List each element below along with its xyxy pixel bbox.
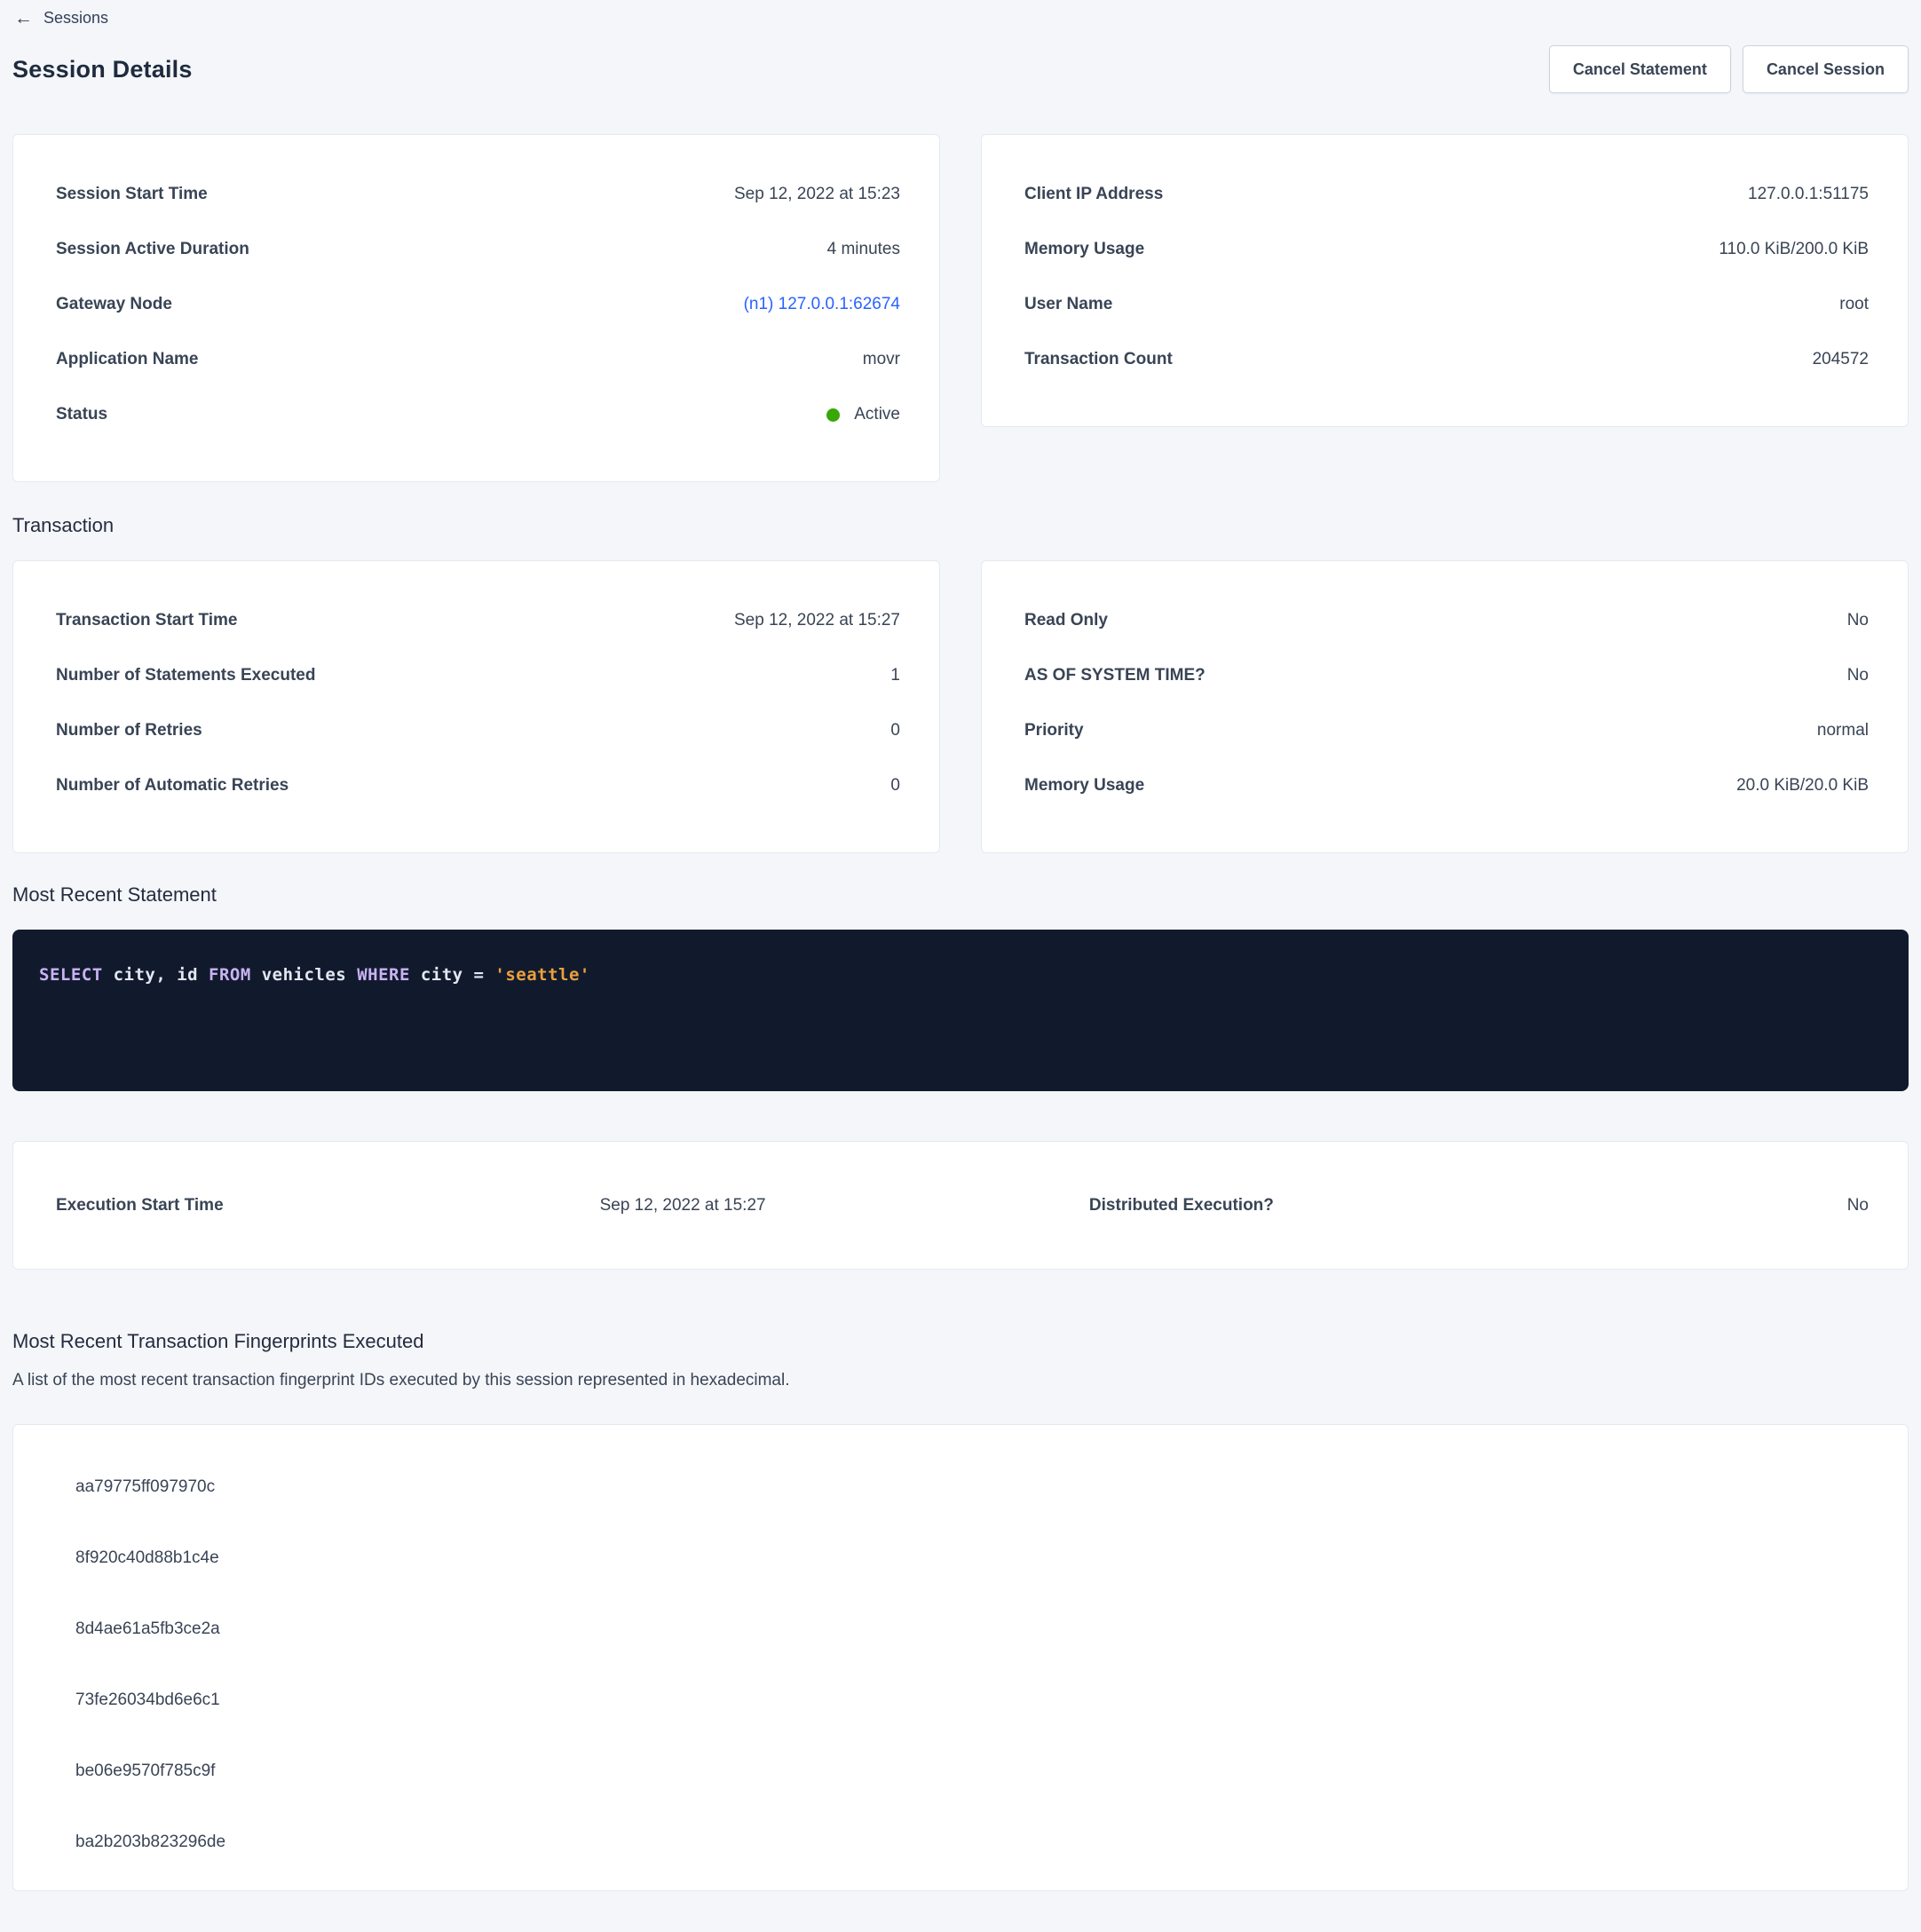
kv-value: Sep 12, 2022 at 15:27: [734, 611, 900, 630]
kv-value: Sep 12, 2022 at 15:23: [734, 185, 900, 204]
kv-label: Priority: [1024, 721, 1084, 740]
transaction-card-left: Transaction Start Time Sep 12, 2022 at 15…: [12, 560, 940, 853]
kv-label: Transaction Count: [1024, 350, 1173, 369]
kv-row: Memory Usage 20.0 KiB/20.0 KiB: [1024, 758, 1869, 813]
fingerprint-id: 73fe26034bd6e6c1: [13, 1665, 1908, 1736]
fingerprint-id: be06e9570f785c9f: [13, 1736, 1908, 1807]
kv-value: movr: [863, 350, 900, 369]
kv-label: Number of Statements Executed: [56, 666, 315, 685]
kv-row: Number of Statements Executed 1: [56, 648, 900, 703]
sql-token-plain: city, id: [103, 965, 209, 985]
sql-token-keyword: FROM: [209, 965, 251, 985]
kv-row: Transaction Count 204572: [1024, 332, 1869, 387]
kv-row: Transaction Start Time Sep 12, 2022 at 15…: [56, 593, 900, 648]
sql-token-keyword: SELECT: [39, 965, 103, 985]
kv-value: 127.0.0.1:51175: [1748, 185, 1869, 204]
kv-value: 1: [890, 666, 900, 685]
kv-row: Session Active Duration 4 minutes: [56, 222, 900, 277]
kv-value: root: [1839, 295, 1869, 314]
fingerprint-id: 8d4ae61a5fb3ce2a: [13, 1594, 1908, 1665]
kv-row: Application Name movr: [56, 332, 900, 387]
kv-value: normal: [1817, 721, 1869, 740]
kv-label: Read Only: [1024, 611, 1108, 630]
kv-row: Priority normal: [1024, 703, 1869, 758]
kv-row: User Name root: [1024, 277, 1869, 332]
kv-label: Transaction Start Time: [56, 611, 238, 630]
page-header: Session Details Cancel Statement Cancel …: [12, 45, 1909, 93]
kv-value: 0: [890, 721, 900, 740]
cancel-session-button[interactable]: Cancel Session: [1743, 45, 1909, 93]
fingerprint-id: 8f920c40d88b1c4e: [13, 1523, 1908, 1594]
transaction-section-title: Transaction: [12, 514, 1909, 537]
execution-start-time-label: Execution Start Time: [56, 1196, 600, 1215]
kv-label: Session Start Time: [56, 185, 208, 204]
session-details-card-right: Client IP Address 127.0.0.1:51175 Memory U…: [981, 134, 1909, 427]
sql-token-keyword: WHERE: [357, 965, 410, 985]
session-details-card-left: Session Start TimeSep 12, 2022 at 15:23S…: [12, 134, 940, 482]
fingerprint-id: aa79775ff097970c: [13, 1452, 1908, 1523]
kv-label: Application Name: [56, 350, 198, 369]
kv-row: Status Active: [56, 387, 900, 442]
kv-label: Memory Usage: [1024, 240, 1144, 259]
fingerprints-section-title: Most Recent Transaction Fingerprints Exe…: [12, 1330, 1909, 1353]
statement-section-title: Most Recent Statement: [12, 883, 1909, 907]
kv-label: Status: [56, 405, 107, 424]
kv-label: Number of Retries: [56, 721, 202, 740]
sql-code-block: SELECT city, id FROM vehicles WHERE city…: [12, 930, 1909, 1091]
kv-label: User Name: [1024, 295, 1112, 314]
execution-start-time-value: Sep 12, 2022 at 15:27: [600, 1196, 1089, 1215]
distributed-execution-label: Distributed Execution?: [1089, 1196, 1543, 1215]
header-actions: Cancel Statement Cancel Session: [1549, 45, 1909, 93]
status-text: Active: [854, 405, 900, 424]
kv-value: 4 minutes: [827, 240, 900, 259]
kv-row: Client IP Address 127.0.0.1:51175: [1024, 167, 1869, 222]
kv-value: 20.0 KiB/20.0 KiB: [1736, 776, 1869, 796]
cancel-statement-button[interactable]: Cancel Statement: [1549, 45, 1731, 93]
distributed-execution-value: No: [1542, 1196, 1869, 1215]
kv-row: Number of Retries 0: [56, 703, 900, 758]
kv-row: Session Start Time Sep 12, 2022 at 15:23: [56, 167, 900, 222]
kv-row: Gateway Node (n1) 127.0.0.1:62674: [56, 277, 900, 332]
fingerprints-card: aa79775ff097970c8f920c40d88b1c4e8d4ae61a…: [12, 1424, 1909, 1891]
execution-card: Execution Start Time Sep 12, 2022 at 15:…: [12, 1141, 1909, 1270]
fingerprint-id: ba2b203b823296de: [13, 1807, 1908, 1878]
transaction-card-right: Read Only No AS OF SYSTEM TIME? No Priority n…: [981, 560, 1909, 853]
status-active-dot-icon: [826, 408, 840, 422]
kv-value: No: [1847, 666, 1869, 685]
breadcrumb-label: Sessions: [43, 9, 108, 28]
kv-value: No: [1847, 611, 1869, 630]
back-arrow-icon: ←: [14, 10, 33, 28]
kv-label: Session Active Duration: [56, 240, 249, 259]
kv-value: 204572: [1813, 350, 1869, 369]
status-value: Active: [826, 405, 900, 424]
page-title: Session Details: [12, 56, 193, 83]
sql-token-plain: vehicles: [251, 965, 357, 985]
kv-value: 110.0 KiB/200.0 KiB: [1719, 240, 1869, 259]
breadcrumb-back-sessions[interactable]: ← Sessions: [0, 0, 108, 28]
kv-row: Memory Usage 110.0 KiB/200.0 KiB: [1024, 222, 1869, 277]
kv-value: 0: [890, 776, 900, 796]
kv-label: Memory Usage: [1024, 776, 1144, 796]
session-summary-row: Session Start TimeSep 12, 2022 at 15:23S…: [12, 134, 1909, 482]
sql-token-plain: city =: [410, 965, 495, 985]
kv-label: Gateway Node: [56, 295, 172, 314]
gateway-node-link[interactable]: (n1) 127.0.0.1:62674: [744, 295, 900, 314]
kv-row: Read Only No: [1024, 593, 1869, 648]
kv-label: AS OF SYSTEM TIME?: [1024, 666, 1206, 685]
transaction-row: Transaction Start Time Sep 12, 2022 at 15…: [12, 560, 1909, 853]
kv-label: Number of Automatic Retries: [56, 776, 289, 796]
fingerprints-description: A list of the most recent transaction fi…: [12, 1371, 1909, 1390]
kv-row: Number of Automatic Retries 0: [56, 758, 900, 813]
kv-row: AS OF SYSTEM TIME? No: [1024, 648, 1869, 703]
kv-label: Client IP Address: [1024, 185, 1163, 204]
sql-token-string: 'seattle': [494, 965, 589, 985]
